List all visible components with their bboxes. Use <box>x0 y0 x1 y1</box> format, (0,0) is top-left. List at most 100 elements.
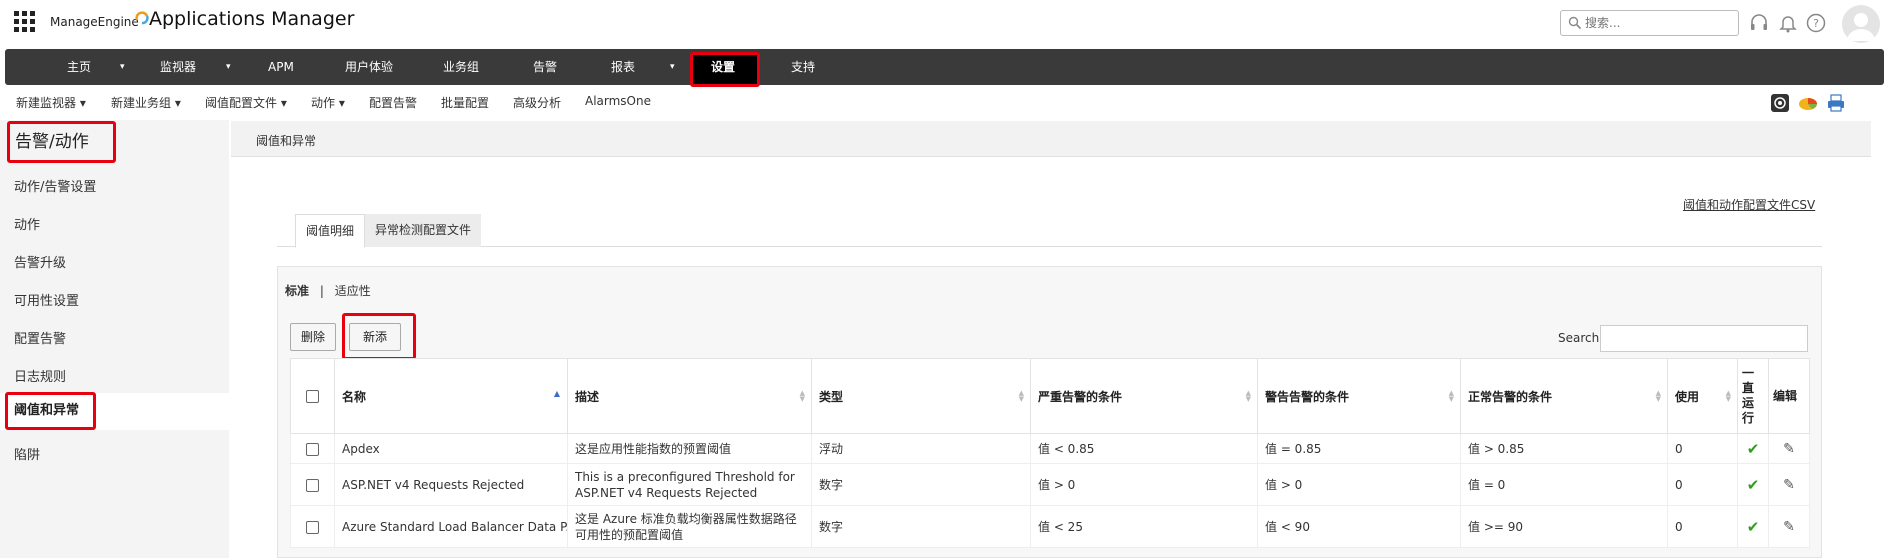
nav-monitors[interactable]: 监视器 <box>160 49 196 85</box>
edit-pencil-icon[interactable]: ✎ <box>1783 441 1795 457</box>
row-name[interactable]: Apdex <box>334 433 568 464</box>
row-description: This is a preconfigured Threshold for AS… <box>567 463 812 506</box>
table-search-input[interactable] <box>1600 325 1808 352</box>
col-description-label: 描述 <box>575 389 600 404</box>
row-description: 这是应用性能指数的预置阈值 <box>567 433 812 464</box>
sort-icon[interactable]: ▲ ▼ <box>1726 390 1731 403</box>
select-all-cell[interactable] <box>290 358 335 434</box>
edit-pencil-icon[interactable]: ✎ <box>1783 519 1795 535</box>
headset-icon[interactable] <box>1748 12 1770 34</box>
col-name-label: 名称 <box>342 389 367 404</box>
row-checkbox[interactable] <box>306 520 319 534</box>
row-usage: 0 <box>1667 463 1738 506</box>
row-warning: 值 < 90 <box>1257 505 1461 548</box>
sidebar-item-availability-settings[interactable]: 可用性设置 <box>14 290 79 309</box>
row-name[interactable]: ASP.NET v4 Requests Rejected <box>334 463 568 506</box>
csv-export-link[interactable]: 阈值和动作配置文件CSV <box>1683 196 1815 213</box>
table-row[interactable]: Azure Standard Load Balancer Data P... 这… <box>290 505 1810 548</box>
col-critical[interactable]: 严重告警的条件 ▲ ▼ <box>1030 358 1258 434</box>
col-description[interactable]: 描述 ▲ ▼ <box>567 358 812 434</box>
camera-icon[interactable] <box>1770 93 1790 113</box>
tab-anomaly-profiles[interactable]: 异常检测配置文件 <box>365 214 482 247</box>
nav-home-caret-icon[interactable]: ▾ <box>120 49 125 85</box>
search-icon <box>1568 16 1582 30</box>
app-grid-icon[interactable] <box>14 11 36 33</box>
col-critical-label: 严重告警的条件 <box>1038 389 1123 404</box>
table-header-row: 名称 ▲ 描述 ▲ ▼ 类型 ▲ ▼ 严重告警的条件 ▲ ▼ 警告告警的条件 ▲ ▼ 正常告警的条… <box>290 358 1810 434</box>
sidebar-item-traps[interactable]: 陷阱 <box>14 444 40 463</box>
edit-pencil-icon[interactable]: ✎ <box>1783 477 1795 493</box>
row-clear: 值 > 0.85 <box>1460 433 1668 464</box>
sidebar-title: 告警/动作 <box>7 121 116 163</box>
col-clear-label: 正常告警的条件 <box>1468 389 1553 404</box>
sidebar-item-action-alarm-settings[interactable]: 动作/告警设置 <box>14 176 96 195</box>
nav-monitors-caret-icon[interactable]: ▾ <box>226 49 231 85</box>
sort-icon[interactable]: ▲ ▼ <box>800 390 805 403</box>
filter-standard[interactable]: 标准 <box>285 284 309 298</box>
subnav-threshold-profile[interactable]: 阈值配置文件 ▾ <box>205 94 287 111</box>
row-name[interactable]: Azure Standard Load Balancer Data P... <box>334 505 568 548</box>
sub-navbar: 新建监视器 ▾ 新建业务组 ▾ 阈值配置文件 ▾ 动作 ▾ 配置告警 批量配置 … <box>0 88 1889 116</box>
sidebar-item-configure-alarms[interactable]: 配置告警 <box>14 328 66 347</box>
sidebar-item-threshold-anomaly[interactable]: 阈值和异常 <box>5 392 96 430</box>
nav-reports-caret-icon[interactable]: ▾ <box>670 49 675 85</box>
sort-icon[interactable]: ▲ ▼ <box>1449 390 1454 403</box>
subnav-alarmsone[interactable]: AlarmsOne <box>585 94 651 108</box>
nav-user-experience[interactable]: 用户体验 <box>345 49 393 85</box>
sidebar-item-alarm-escalation[interactable]: 告警升级 <box>14 252 66 271</box>
col-always-run: 一直运行 <box>1737 358 1769 434</box>
logo-swirl-icon <box>135 11 149 25</box>
nav-home[interactable]: 主页 <box>67 49 91 85</box>
col-usage[interactable]: 使用 ▲ ▼ <box>1667 358 1738 434</box>
col-type[interactable]: 类型 ▲ ▼ <box>811 358 1031 434</box>
row-checkbox[interactable] <box>306 478 319 492</box>
threshold-table: 名称 ▲ 描述 ▲ ▼ 类型 ▲ ▼ 严重告警的条件 ▲ ▼ 警告告警的条件 ▲ ▼ 正常告警的条… <box>290 358 1810 548</box>
table-row[interactable]: ASP.NET v4 Requests Rejected This is a p… <box>290 463 1810 506</box>
help-icon[interactable]: ? <box>1805 12 1827 34</box>
global-search[interactable] <box>1560 10 1739 36</box>
bell-icon[interactable] <box>1777 12 1799 34</box>
pie-chart-icon[interactable] <box>1798 93 1818 113</box>
row-usage: 0 <box>1667 505 1738 548</box>
nav-support[interactable]: 支持 <box>791 49 815 85</box>
printer-icon[interactable] <box>1826 93 1846 113</box>
user-avatar[interactable] <box>1842 5 1880 43</box>
sort-icon[interactable]: ▲ ▼ <box>1019 390 1024 403</box>
sidebar-item-actions[interactable]: 动作 <box>14 214 40 233</box>
subnav-advanced-analysis[interactable]: 高级分析 <box>513 94 561 111</box>
subnav-configure-alarms[interactable]: 配置告警 <box>369 94 417 111</box>
col-name[interactable]: 名称 ▲ <box>334 358 568 434</box>
delete-button[interactable]: 删除 <box>290 323 336 351</box>
subnav-new-monitor[interactable]: 新建监视器 ▾ <box>16 94 86 111</box>
nav-apm[interactable]: APM <box>268 49 294 85</box>
sort-asc-icon[interactable]: ▲ <box>554 389 560 398</box>
row-usage: 0 <box>1667 433 1738 464</box>
nav-reports[interactable]: 报表 <box>611 49 635 85</box>
nav-business-groups[interactable]: 业务组 <box>443 49 479 85</box>
row-critical: 值 < 0.85 <box>1030 433 1258 464</box>
content-header: 阈值和异常 <box>231 121 1871 157</box>
global-search-input[interactable] <box>1585 14 1735 32</box>
table-search-label: Search: <box>1558 331 1604 345</box>
sidebar-item-log-rules[interactable]: 日志规则 <box>14 366 66 385</box>
sort-icon[interactable]: ▲ ▼ <box>1246 390 1251 403</box>
col-type-label: 类型 <box>819 389 844 404</box>
sort-icon[interactable]: ▲ ▼ <box>1656 390 1661 403</box>
col-warning[interactable]: 警告告警的条件 ▲ ▼ <box>1257 358 1461 434</box>
subnav-actions[interactable]: 动作 ▾ <box>311 94 345 111</box>
left-sidebar: 告警/动作 动作/告警设置 动作 告警升级 可用性设置 配置告警 日志规则 阈值… <box>0 120 229 558</box>
nav-settings[interactable]: 设置 <box>711 49 735 85</box>
subnav-bulk-config[interactable]: 批量配置 <box>441 94 489 111</box>
subnav-new-business-group[interactable]: 新建业务组 ▾ <box>111 94 181 111</box>
add-button[interactable]: 新添 <box>349 323 401 351</box>
app-title: Applications Manager <box>149 8 355 30</box>
svg-text:?: ? <box>1813 17 1819 30</box>
tab-threshold-details[interactable]: 阈值明细 <box>295 214 366 248</box>
select-all-checkbox[interactable] <box>306 390 319 403</box>
filter-adaptive[interactable]: 适应性 <box>335 284 371 298</box>
row-checkbox[interactable] <box>306 442 319 456</box>
col-clear[interactable]: 正常告警的条件 ▲ ▼ <box>1460 358 1668 434</box>
check-icon: ✔ <box>1746 439 1760 458</box>
nav-alarms[interactable]: 告警 <box>533 49 557 85</box>
table-row[interactable]: Apdex 这是应用性能指数的预置阈值 浮动 值 < 0.85 值 = 0.85… <box>290 433 1810 464</box>
